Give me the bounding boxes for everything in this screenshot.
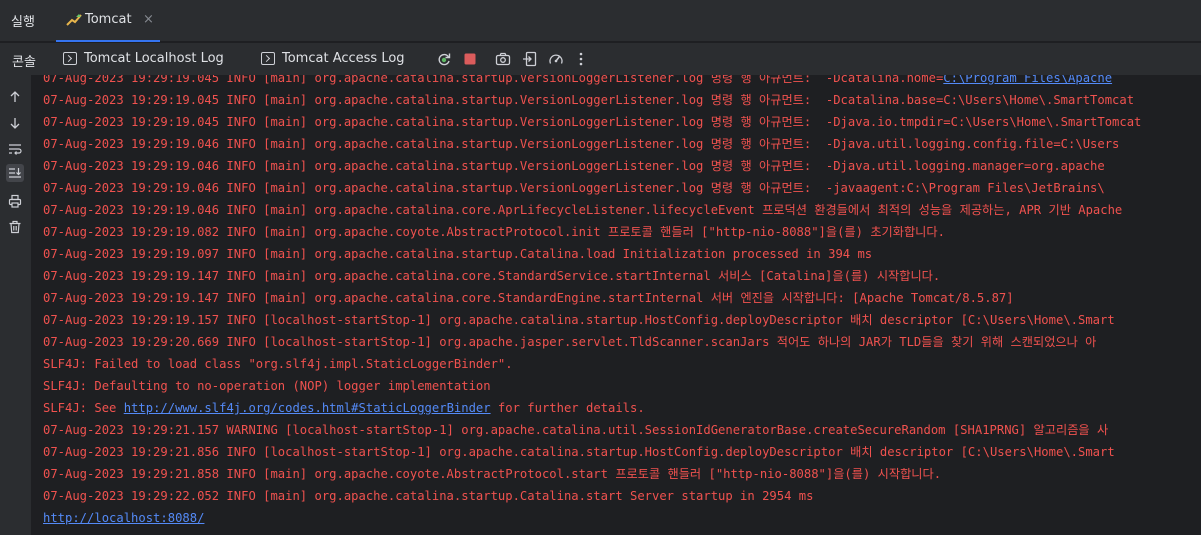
log-line: 07-Aug-2023 19:29:19.045 INFO [main] org… [43, 75, 1141, 89]
log-line: SLF4J: Failed to load class "org.slf4j.i… [43, 353, 1141, 375]
stop-icon [464, 53, 476, 65]
log-link[interactable]: http://localhost:8088/ [43, 511, 204, 525]
previous-occurrence-button[interactable] [6, 88, 24, 106]
screenshot-button[interactable] [494, 50, 512, 68]
clear-all-button[interactable] [6, 218, 24, 236]
run-title: 실행 [11, 15, 35, 30]
scroll-to-end-icon [9, 168, 21, 178]
log-lines: 07-Aug-2023 19:29:19.045 INFO [main] org… [43, 75, 1141, 529]
log-text: SLF4J: Defaulting to no-operation (NOP) … [43, 379, 491, 393]
log-line: 07-Aug-2023 19:29:22.052 INFO [main] org… [43, 485, 1141, 507]
log-text: 07-Aug-2023 19:29:19.097 INFO [main] org… [43, 247, 873, 261]
log-text: 07-Aug-2023 19:29:19.082 INFO [main] org… [43, 225, 945, 239]
soft-wrap-button[interactable] [6, 140, 24, 158]
close-icon[interactable]: × [143, 12, 154, 27]
log-line: 07-Aug-2023 19:29:19.147 INFO [main] org… [43, 265, 1141, 287]
log-line: 07-Aug-2023 19:29:19.045 INFO [main] org… [43, 89, 1141, 111]
log-link[interactable]: C:\Program Files\Apache [943, 75, 1112, 85]
log-text: 07-Aug-2023 19:29:19.045 INFO [main] org… [43, 115, 1142, 129]
log-text: 07-Aug-2023 19:29:22.052 INFO [main] org… [43, 489, 814, 503]
stop-button[interactable] [461, 50, 479, 68]
rerun-button[interactable] [435, 50, 453, 68]
log-line: 07-Aug-2023 19:29:21.157 WARNING [localh… [43, 419, 1141, 441]
tab-tomcat[interactable]: Tomcat × [56, 0, 160, 42]
console-toolbar: 콘솔 Tomcat Localhost Log Tomcat Access Lo… [0, 43, 1201, 75]
tab-console[interactable]: 콘솔 [12, 51, 36, 70]
log-text: 07-Aug-2023 19:29:19.157 INFO [localhost… [43, 313, 1115, 327]
log-line: 07-Aug-2023 19:29:19.082 INFO [main] org… [43, 221, 1141, 243]
gauge-icon [549, 54, 563, 64]
log-text: 07-Aug-2023 19:29:21.858 INFO [main] org… [43, 467, 942, 481]
log-line: SLF4J: See http://www.slf4j.org/codes.ht… [43, 397, 1141, 419]
log-line: 07-Aug-2023 19:29:19.097 INFO [main] org… [43, 243, 1141, 265]
log-text: 07-Aug-2023 19:29:21.856 INFO [localhost… [43, 445, 1115, 459]
log-line: SLF4J: Defaulting to no-operation (NOP) … [43, 375, 1141, 397]
tab-tomcat-access-log[interactable]: Tomcat Access Log [261, 43, 411, 75]
log-line: 07-Aug-2023 19:29:20.669 INFO [localhost… [43, 331, 1141, 353]
terminal-icon [63, 52, 77, 65]
exit-icon [523, 51, 537, 67]
print-button[interactable] [6, 192, 24, 210]
tab-label: Tomcat Localhost Log [84, 51, 224, 66]
log-line: http://localhost:8088/ [43, 507, 1141, 529]
log-text: 07-Aug-2023 19:29:19.147 INFO [main] org… [43, 291, 1014, 305]
log-text-suffix: for further details. [490, 401, 645, 415]
log-text: 07-Aug-2023 19:29:19.045 INFO [main] org… [43, 93, 1135, 107]
print-icon [8, 194, 22, 208]
log-line: 07-Aug-2023 19:29:19.046 INFO [main] org… [43, 155, 1141, 177]
tab-tomcat-localhost-log[interactable]: Tomcat Localhost Log [63, 43, 233, 75]
log-line: 07-Aug-2023 19:29:19.147 INFO [main] org… [43, 287, 1141, 309]
log-text: 07-Aug-2023 19:29:20.669 INFO [localhost… [43, 335, 1097, 349]
log-line: 07-Aug-2023 19:29:19.045 INFO [main] org… [43, 111, 1141, 133]
log-line: 07-Aug-2023 19:29:21.856 INFO [localhost… [43, 441, 1141, 463]
log-line: 07-Aug-2023 19:29:21.858 INFO [main] org… [43, 463, 1141, 485]
tomcat-icon [66, 14, 82, 26]
scroll-to-end-button[interactable] [6, 164, 24, 182]
more-options-button[interactable] [572, 50, 590, 68]
log-line: 07-Aug-2023 19:29:19.157 INFO [localhost… [43, 309, 1141, 331]
log-text: 07-Aug-2023 19:29:19.045 INFO [main] org… [43, 75, 944, 85]
active-tab-indicator [56, 40, 160, 42]
log-text: 07-Aug-2023 19:29:19.046 INFO [main] org… [43, 159, 1105, 173]
log-text: 07-Aug-2023 19:29:19.046 INFO [main] org… [43, 137, 1120, 151]
tab-label: Tomcat [85, 12, 132, 27]
next-occurrence-button[interactable] [6, 114, 24, 132]
run-tool-window-header: 실행 Tomcat × [0, 0, 1201, 42]
trash-icon [9, 220, 21, 234]
arrow-up-icon [10, 91, 20, 102]
rerun-icon [438, 53, 451, 66]
log-text: SLF4J: See [43, 401, 124, 415]
profiler-button[interactable] [547, 50, 565, 68]
log-text: SLF4J: Failed to load class "org.slf4j.i… [43, 357, 513, 371]
log-line: 07-Aug-2023 19:29:19.046 INFO [main] org… [43, 199, 1141, 221]
exit-button[interactable] [521, 50, 539, 68]
terminal-icon [261, 52, 275, 65]
log-text: 07-Aug-2023 19:29:19.046 INFO [main] org… [43, 181, 1105, 195]
log-link[interactable]: http://www.slf4j.org/codes.html#StaticLo… [124, 401, 491, 415]
soft-wrap-icon [9, 144, 22, 155]
log-text: 07-Aug-2023 19:29:19.046 INFO [main] org… [43, 203, 1123, 217]
log-text: 07-Aug-2023 19:29:19.147 INFO [main] org… [43, 269, 941, 283]
log-line: 07-Aug-2023 19:29:19.046 INFO [main] org… [43, 177, 1141, 199]
more-icon [579, 52, 583, 66]
camera-icon [495, 52, 511, 66]
arrow-down-icon [10, 118, 20, 129]
console-side-toolbar [0, 75, 31, 535]
console-output[interactable]: 07-Aug-2023 19:29:19.045 INFO [main] org… [31, 75, 1201, 535]
tab-label: Tomcat Access Log [282, 51, 405, 66]
log-text: 07-Aug-2023 19:29:21.157 WARNING [localh… [43, 423, 1109, 437]
log-line: 07-Aug-2023 19:29:19.046 INFO [main] org… [43, 133, 1141, 155]
